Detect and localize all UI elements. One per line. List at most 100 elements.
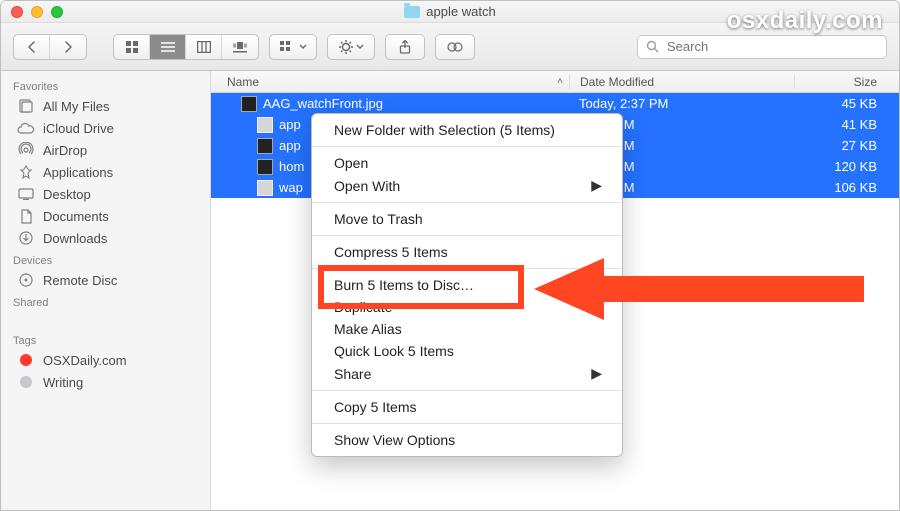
traffic-lights bbox=[11, 6, 63, 18]
action-group bbox=[327, 34, 375, 60]
back-button[interactable] bbox=[14, 35, 50, 59]
tags-button[interactable] bbox=[435, 34, 475, 60]
file-row[interactable]: AAG_watchFront.jpg Today, 2:37 PM 45 KB bbox=[211, 93, 899, 114]
ctx-compress[interactable]: Compress 5 Items bbox=[312, 241, 622, 263]
ctx-share[interactable]: Share▶ bbox=[312, 362, 622, 385]
forward-button[interactable] bbox=[50, 35, 86, 59]
file-thumb-icon bbox=[257, 159, 273, 175]
sidebar-item-applications[interactable]: Applications bbox=[1, 161, 210, 183]
ctx-make-alias[interactable]: Make Alias bbox=[312, 318, 622, 340]
ctx-view-options[interactable]: Show View Options bbox=[312, 429, 622, 451]
minimize-button[interactable] bbox=[31, 6, 43, 18]
column-headers: Name ˄ Date Modified Size bbox=[211, 71, 899, 93]
view-list-button[interactable] bbox=[150, 35, 186, 59]
ctx-separator bbox=[312, 202, 622, 203]
downloads-icon bbox=[17, 230, 35, 246]
sidebar-item-label: Writing bbox=[43, 375, 83, 390]
sidebar[interactable]: Favorites All My Files iCloud Drive AirD… bbox=[1, 71, 211, 510]
search-icon bbox=[646, 40, 659, 53]
column-size-label: Size bbox=[854, 75, 877, 89]
view-mode-group bbox=[113, 34, 259, 60]
arrange-button[interactable] bbox=[270, 35, 316, 59]
sidebar-item-downloads[interactable]: Downloads bbox=[1, 227, 210, 249]
airdrop-icon bbox=[17, 142, 35, 158]
sidebar-item-documents[interactable]: Documents bbox=[1, 205, 210, 227]
sidebar-item-label: iCloud Drive bbox=[43, 121, 114, 136]
ctx-move-to-trash[interactable]: Move to Trash bbox=[312, 208, 622, 230]
sort-indicator-icon: ˄ bbox=[557, 76, 563, 87]
ctx-separator bbox=[312, 268, 622, 269]
sidebar-tag-writing[interactable]: Writing bbox=[1, 371, 210, 393]
tag-icon bbox=[17, 374, 35, 390]
file-thumb-icon bbox=[257, 117, 273, 133]
action-button[interactable] bbox=[328, 35, 374, 59]
ctx-separator bbox=[312, 423, 622, 424]
sidebar-heading-favorites: Favorites bbox=[1, 75, 210, 95]
file-thumb-icon bbox=[257, 138, 273, 154]
search-field[interactable] bbox=[637, 35, 887, 59]
sidebar-heading-devices: Devices bbox=[1, 249, 210, 269]
file-name: wap bbox=[279, 180, 303, 195]
zoom-button[interactable] bbox=[51, 6, 63, 18]
column-size[interactable]: Size bbox=[794, 75, 899, 89]
view-icon-button[interactable] bbox=[114, 35, 150, 59]
ctx-separator bbox=[312, 390, 622, 391]
ctx-open[interactable]: Open bbox=[312, 152, 622, 174]
file-name: AAG_watchFront.jpg bbox=[263, 96, 383, 111]
column-date[interactable]: Date Modified bbox=[569, 75, 794, 89]
share-button[interactable] bbox=[385, 34, 425, 60]
sidebar-item-label: Downloads bbox=[43, 231, 107, 246]
sidebar-item-desktop[interactable]: Desktop bbox=[1, 183, 210, 205]
sidebar-tag-osxdaily[interactable]: OSXDaily.com bbox=[1, 349, 210, 371]
file-size: 27 KB bbox=[794, 138, 899, 153]
ctx-separator bbox=[312, 235, 622, 236]
view-coverflow-button[interactable] bbox=[222, 35, 258, 59]
file-size: 106 KB bbox=[794, 180, 899, 195]
view-columns-button[interactable] bbox=[186, 35, 222, 59]
close-button[interactable] bbox=[11, 6, 23, 18]
file-size: 120 KB bbox=[794, 159, 899, 174]
file-size: 41 KB bbox=[794, 117, 899, 132]
file-date: Today, 2:37 PM bbox=[569, 96, 794, 111]
sidebar-item-label: OSXDaily.com bbox=[43, 353, 127, 368]
sidebar-item-airdrop[interactable]: AirDrop bbox=[1, 139, 210, 161]
ctx-duplicate[interactable]: Duplicate bbox=[312, 296, 622, 318]
ctx-new-folder[interactable]: New Folder with Selection (5 Items) bbox=[312, 119, 622, 141]
sidebar-heading-tags: Tags bbox=[1, 329, 210, 349]
applications-icon bbox=[17, 164, 35, 180]
window-title-text: apple watch bbox=[426, 4, 495, 19]
nav-buttons bbox=[13, 34, 87, 60]
ctx-burn[interactable]: Burn 5 Items to Disc… bbox=[312, 274, 622, 296]
search-input[interactable] bbox=[665, 38, 878, 55]
sidebar-item-remote-disc[interactable]: Remote Disc bbox=[1, 269, 210, 291]
folder-icon bbox=[404, 6, 420, 18]
file-thumb-icon bbox=[257, 180, 273, 196]
file-thumb-icon bbox=[241, 96, 257, 112]
tag-icon bbox=[17, 352, 35, 368]
sidebar-item-label: Remote Disc bbox=[43, 273, 117, 288]
column-name-label: Name bbox=[227, 75, 259, 89]
submenu-arrow-icon: ▶ bbox=[591, 365, 602, 382]
documents-icon bbox=[17, 208, 35, 224]
context-menu: New Folder with Selection (5 Items) Open… bbox=[311, 113, 623, 457]
sidebar-item-label: Documents bbox=[43, 209, 109, 224]
desktop-icon bbox=[17, 186, 35, 202]
all-files-icon bbox=[17, 98, 35, 114]
ctx-copy[interactable]: Copy 5 Items bbox=[312, 396, 622, 418]
column-name[interactable]: Name ˄ bbox=[211, 75, 569, 89]
file-rows[interactable]: AAG_watchFront.jpg Today, 2:37 PM 45 KB … bbox=[211, 93, 899, 510]
sidebar-item-label: Applications bbox=[43, 165, 113, 180]
ctx-open-with[interactable]: Open With▶ bbox=[312, 174, 622, 197]
arrange-group bbox=[269, 34, 317, 60]
watermark-text: osxdaily.com bbox=[727, 7, 883, 35]
finder-window: osxdaily.com apple watch bbox=[0, 0, 900, 511]
sidebar-item-all-my-files[interactable]: All My Files bbox=[1, 95, 210, 117]
file-name: app bbox=[279, 138, 301, 153]
sidebar-item-icloud[interactable]: iCloud Drive bbox=[1, 117, 210, 139]
ctx-quick-look[interactable]: Quick Look 5 Items bbox=[312, 340, 622, 362]
sidebar-item-label: All My Files bbox=[43, 99, 109, 114]
remote-disc-icon bbox=[17, 272, 35, 288]
icloud-icon bbox=[17, 120, 35, 136]
file-list-pane: Name ˄ Date Modified Size AAG_watchFront… bbox=[211, 71, 899, 510]
sidebar-item-label: Desktop bbox=[43, 187, 91, 202]
